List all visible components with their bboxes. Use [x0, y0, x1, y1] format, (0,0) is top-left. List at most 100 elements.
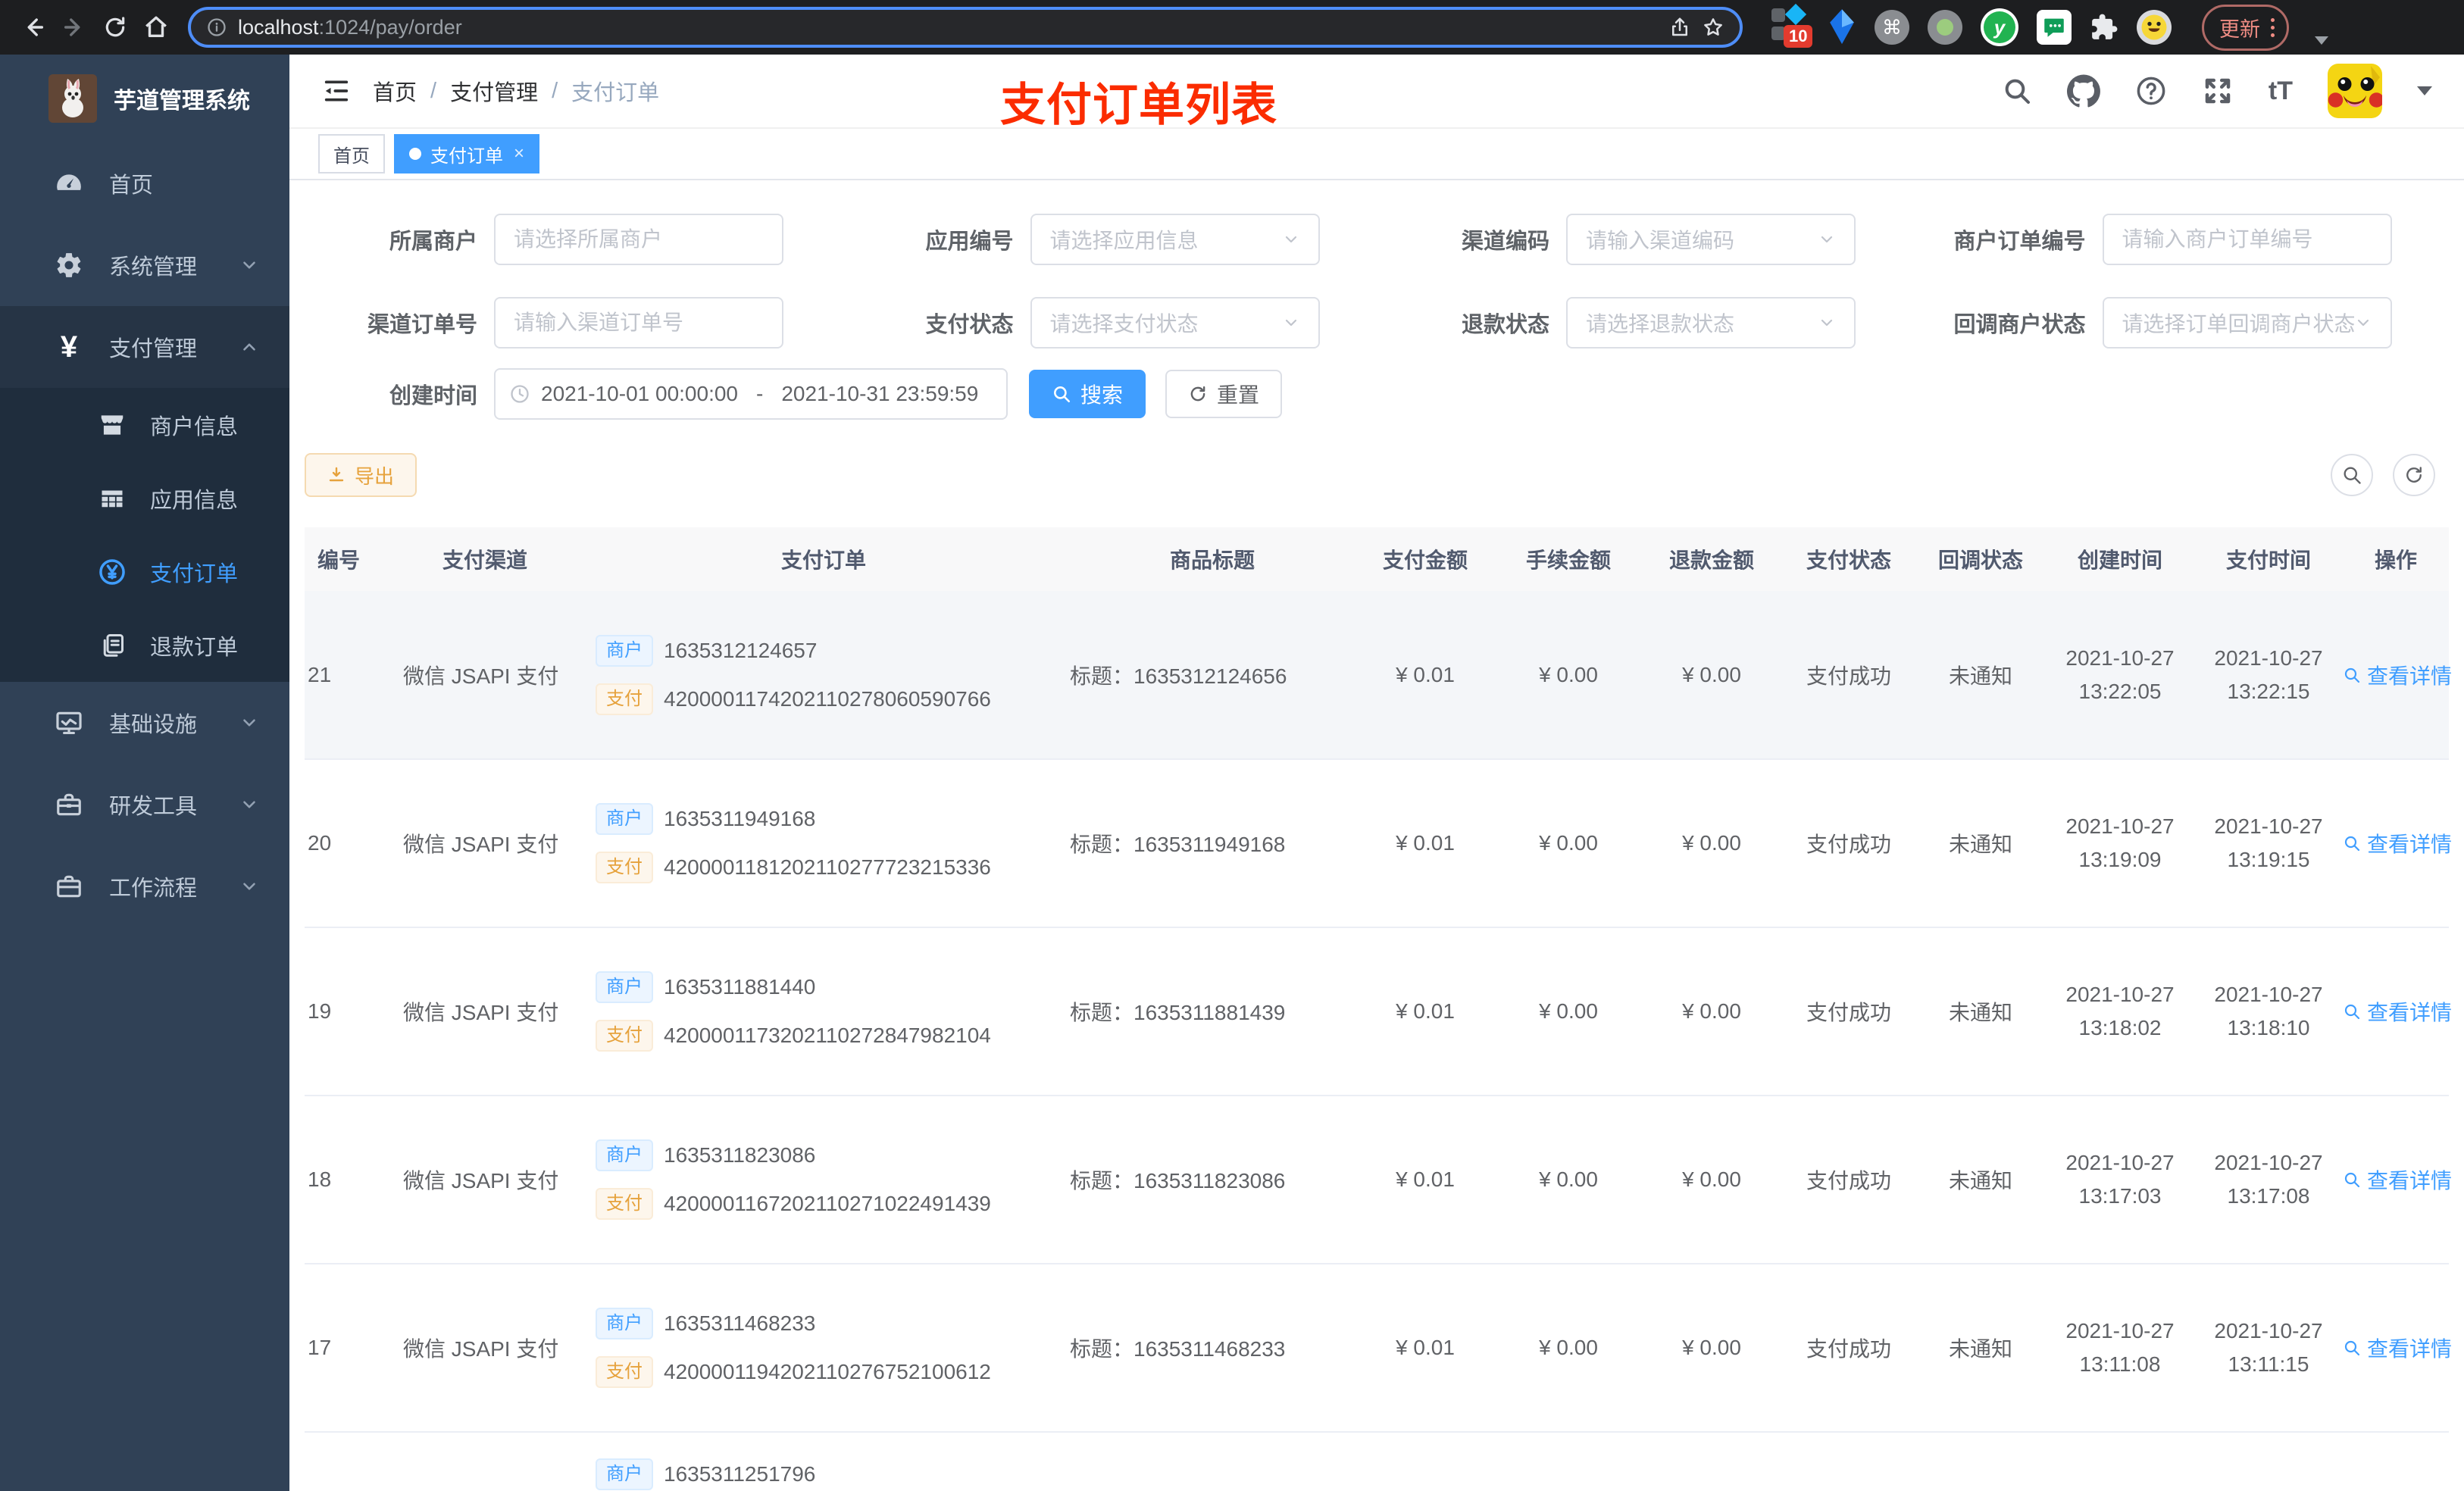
user-avatar[interactable] [2328, 64, 2382, 118]
sidebar-item-workflow[interactable]: 工作流程 [0, 846, 289, 927]
fullscreen-icon[interactable] [2202, 75, 2234, 107]
field-channel-code: 渠道编码 请输入渠道编码 [1377, 214, 1913, 265]
grid-icon [97, 485, 127, 512]
notify-status-cell: 未通知 [1915, 1264, 2046, 1433]
pay-amount-cell: ¥ 0.01 [1355, 591, 1496, 760]
field-merchant: 所属商户 [305, 214, 841, 265]
export-button[interactable]: 导出 [305, 453, 417, 497]
sidebar-item-dev-tools[interactable]: 研发工具 [0, 764, 289, 846]
action-cell: 查看详情 [2343, 1264, 2452, 1433]
notify-status-select[interactable]: 请选择订单回调商户状态 [2102, 297, 2392, 349]
product-title-cell: 标题：1635311881439 [1052, 927, 1355, 1096]
sidebar-item-pay-order[interactable]: 支付订单 [0, 535, 289, 608]
sidebar-item-merchant-info[interactable]: 商户信息 [0, 388, 289, 461]
extensions-area: 10 ⌘ y 更新 [1771, 3, 2328, 51]
chevron-down-icon [1818, 314, 1836, 332]
extensions-puzzle-icon[interactable] [2090, 13, 2118, 42]
gear-icon [53, 251, 85, 280]
pay-status-select[interactable]: 请选择支付状态 [1030, 297, 1320, 349]
tab-home[interactable]: 首页 [318, 134, 385, 173]
reset-button[interactable]: 重置 [1165, 370, 1283, 418]
channel-code-select[interactable]: 请输入渠道编码 [1566, 214, 1856, 265]
sidebar-item-infra[interactable]: 基础设施 [0, 682, 289, 764]
refresh-icon[interactable] [2393, 454, 2435, 496]
fee-amount-cell: ¥ 0.00 [1496, 1096, 1641, 1264]
home-icon[interactable] [139, 11, 173, 44]
product-title-cell: 标题：1635311949168 [1052, 759, 1355, 928]
app-no-select[interactable]: 请选择应用信息 [1030, 214, 1320, 265]
channel-pay-no: 支付 4200001167202110271022491439 [596, 1188, 1052, 1220]
view-detail-link[interactable]: 查看详情 [2343, 828, 2452, 858]
monitor-icon [53, 708, 85, 737]
order-id-cell: 18 [305, 1096, 371, 1264]
pay-time-cell: 2021-10-27 13:11:15 [2194, 1264, 2343, 1433]
pay-status-cell: 支付成功 [1782, 591, 1915, 760]
pay-order-cell: 商户 1635311823086 支付 42000011672021102710224… [567, 1096, 1052, 1264]
help-icon[interactable] [2135, 75, 2167, 107]
pay-status-cell: 支付成功 [1782, 1264, 1915, 1433]
refund-status-select[interactable]: 请选择退款状态 [1566, 297, 1856, 349]
table-row: 20 微信 JSAPI 支付 商户 1635311949168 支付 4200001181… [305, 759, 2452, 928]
back-icon[interactable] [17, 11, 50, 44]
forward-icon[interactable] [58, 11, 91, 44]
order-id-cell [305, 1432, 371, 1491]
merchant-input[interactable] [494, 214, 783, 265]
view-detail-link[interactable]: 查看详情 [2343, 1333, 2452, 1363]
notify-status-cell: 未通知 [1915, 927, 2046, 1096]
search-button[interactable]: 搜索 [1029, 370, 1146, 418]
create-time-cell: 2021-10-27 13:22:05 [2046, 591, 2194, 760]
sidebar-item-refund-order[interactable]: 退款订单 [0, 608, 289, 682]
sidebar-fold-icon[interactable] [321, 76, 352, 106]
pay-order-cell: 商户 1635311468233 支付 42000011942021102767521… [567, 1264, 1052, 1433]
sidebar-item-system[interactable]: 系统管理 [0, 224, 289, 306]
sidebar-item-pay[interactable]: ¥ 支付管理 [0, 306, 289, 388]
sidebar-item-home[interactable]: 首页 [0, 142, 289, 224]
view-detail-link[interactable]: 查看详情 [2343, 996, 2452, 1027]
sidebar-item-app-info[interactable]: 应用信息 [0, 461, 289, 535]
order-id-cell: 17 [305, 1264, 371, 1433]
close-icon[interactable]: × [514, 143, 524, 164]
profile-emoji-icon[interactable] [2137, 10, 2172, 45]
extension-yudao-icon[interactable]: y [1981, 8, 2018, 46]
github-icon[interactable] [2066, 74, 2100, 108]
share-icon[interactable] [1668, 16, 1691, 39]
browser-menu-icon[interactable] [2271, 17, 2275, 37]
merchant-tag: 商户 [596, 1458, 653, 1490]
extension-kite-icon[interactable] [1828, 8, 1856, 47]
extension-command-icon[interactable]: ⌘ [1875, 10, 1909, 45]
refund-amount-cell: ¥ 0.00 [1641, 591, 1782, 760]
caret-down-icon[interactable] [2315, 36, 2328, 45]
shop-icon [97, 411, 127, 439]
merchant-order-no-input[interactable] [2102, 214, 2392, 265]
caret-down-icon[interactable] [2417, 86, 2432, 95]
view-detail-link[interactable]: 查看详情 [2343, 660, 2452, 690]
extension-chat-icon[interactable] [2037, 10, 2072, 45]
tab-pay-order[interactable]: 支付订单 × [394, 134, 540, 173]
font-size-icon[interactable]: tT [2269, 77, 2293, 106]
product-title-cell [1052, 1432, 1355, 1491]
bookmark-star-icon[interactable] [1702, 16, 1724, 39]
search-icon[interactable] [2002, 76, 2032, 106]
channel-order-no-input[interactable] [494, 297, 783, 349]
chevron-down-icon [239, 713, 259, 733]
breadcrumb-home[interactable]: 首页 [373, 75, 417, 107]
table-row: 21 微信 JSAPI 支付 商户 1635312124657 支付 4200001174… [305, 591, 2452, 760]
app-logo-row: 芋道管理系统 [0, 55, 289, 142]
refund-amount-cell: ¥ 0.00 [1641, 759, 1782, 928]
date-range-input[interactable]: 2021-10-01 00:00:00 - 2021-10-31 23:59:5… [494, 368, 1008, 420]
toggle-search-icon[interactable] [2331, 454, 2373, 496]
merchant-tag: 商户 [596, 803, 653, 835]
browser-update-button[interactable]: 更新 [2202, 4, 2289, 51]
address-bar[interactable]: localhost:1024/pay/order [188, 7, 1743, 48]
reload-icon[interactable] [98, 11, 132, 44]
field-merchant-order-no: 商户订单编号 [1913, 214, 2450, 265]
pay-order-table: 编号 支付渠道 支付订单 商品标题 支付金额 手续金额 退款金额 支付状态 回调… [305, 527, 2452, 1491]
pay-channel-cell: 微信 JSAPI 支付 [371, 927, 567, 1096]
pay-channel-cell [371, 1432, 567, 1491]
product-title-cell: 标题：1635311468233 [1052, 1264, 1355, 1433]
date-start: 2021-10-01 00:00:00 [541, 382, 738, 405]
view-detail-link[interactable]: 查看详情 [2343, 1164, 2452, 1195]
extension-dot-icon[interactable] [1928, 10, 1962, 45]
site-info-icon[interactable] [206, 17, 227, 38]
extension-blocks-icon[interactable]: 10 [1771, 3, 1813, 49]
